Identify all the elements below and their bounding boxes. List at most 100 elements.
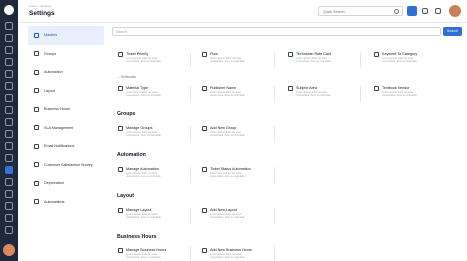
card-divider	[360, 52, 361, 68]
projects-icon[interactable]	[5, 154, 13, 162]
nav-item-groups[interactable]: Groups	[28, 45, 104, 64]
nav-item-label: SLA Management	[44, 125, 74, 130]
nav-item-label: Deprecation	[44, 181, 64, 186]
card-manage-automation[interactable]: Manage Automation Lorem ipsum dolor sit a…	[117, 166, 197, 184]
nav-item-automation[interactable]: Automation	[28, 63, 104, 82]
sla-icon	[34, 125, 39, 131]
theme-icon[interactable]	[5, 214, 13, 222]
card-desc: consectetur. Arcu eu vulputate	[126, 60, 161, 64]
card-divider	[190, 52, 191, 68]
automation-icon	[118, 167, 123, 172]
card-desc: consectetur. Arcu eu vulputate	[296, 60, 331, 64]
nav-item-label: Email Notifications	[44, 144, 75, 149]
publisher-icon	[202, 86, 207, 91]
card-flow[interactable]: Flow Lorem ipsum dolor sit amet consectetu…	[201, 51, 281, 69]
vendor-icon	[374, 86, 379, 91]
ticket-status-icon	[202, 167, 207, 172]
nav-item-masters[interactable]: Masters	[28, 26, 104, 45]
settings-search-input[interactable]: Search	[112, 27, 441, 36]
survey-icon	[34, 162, 39, 168]
card-technician-rate-card[interactable]: Technician Rate Card Lorem ipsum dolor si…	[287, 51, 367, 69]
app-rail	[0, 0, 18, 261]
section-title-business-hours: Business Hours	[117, 234, 157, 240]
knowledge-icon[interactable]	[5, 106, 13, 114]
groups-icon	[34, 51, 39, 57]
search-button[interactable]: Search	[443, 27, 462, 36]
profile-avatar[interactable]	[449, 5, 461, 17]
card-divider	[190, 167, 191, 183]
card-add-new-group[interactable]: Add New Group Lorem ipsum dolor sit amet c…	[201, 125, 281, 143]
groups-icon	[118, 126, 123, 131]
search-icon	[394, 9, 399, 14]
app-logo[interactable]	[4, 5, 14, 15]
breadcrumb[interactable]: Home > Settings	[29, 4, 51, 8]
dashboard-icon[interactable]	[5, 22, 13, 30]
nav-item-deprecation[interactable]: Deprecation	[28, 174, 104, 193]
automation-icon	[34, 69, 39, 75]
card-ticket-priority[interactable]: Ticket Priority Lorem ipsum dolor sit ame…	[117, 51, 197, 69]
card-publisher-name[interactable]: Publisher Name Lorem ipsum dolor sit amet…	[201, 85, 281, 103]
nav-item-layout[interactable]: Layout	[28, 82, 104, 101]
card-keyword-to-category[interactable]: Keyword To Category Lorem ipsum dolor sit…	[373, 51, 453, 69]
card-desc: consectetur. Arcu eu vulputate	[126, 134, 161, 138]
changes-icon[interactable]	[5, 58, 13, 66]
card-desc: consectetur. Arcu eu vulputate	[126, 256, 161, 260]
card-material-type[interactable]: Material Type Lorem ipsum dolor sit amet c…	[117, 85, 197, 103]
card-desc: consectetur. Arcu eu vulputate	[382, 94, 417, 98]
nav-item-email-notifications[interactable]: Email Notifications	[28, 137, 104, 156]
contracts-icon[interactable]	[5, 94, 13, 102]
nav-item-automations[interactable]: Automations	[28, 193, 104, 212]
nav-item-label: Business Hours	[44, 107, 70, 112]
subheading-label: Textbooks	[120, 75, 136, 79]
purchase-icon[interactable]	[5, 202, 13, 210]
nav-item-label: Groups	[44, 51, 57, 56]
card-divider	[274, 126, 275, 142]
problems-icon[interactable]	[5, 46, 13, 54]
card-add-new-business-hours[interactable]: Add New Business Hours Lorem ipsum dolor …	[201, 247, 281, 261]
nav-item-business-hours[interactable]: Business Hours	[28, 100, 104, 119]
user-avatar[interactable]	[3, 244, 15, 256]
automations-icon	[34, 199, 39, 205]
nav-item-label: Automations	[44, 199, 65, 204]
settings-icon[interactable]	[5, 166, 13, 174]
card-add-new-layout[interactable]: Add New Layout Lorem ipsum dolor sit amet…	[201, 207, 281, 225]
chat-button[interactable]	[420, 6, 430, 16]
nav-item-customer-satisfaction-survey[interactable]: Customer Satisfaction Survey	[28, 156, 104, 175]
add-icon	[202, 126, 207, 131]
releases-icon[interactable]	[5, 70, 13, 78]
bell-icon	[435, 8, 441, 14]
card-desc: consectetur. Arcu eu vulputate	[296, 94, 331, 98]
nav-item-sla-management[interactable]: SLA Management	[28, 119, 104, 138]
calendar-icon[interactable]	[5, 130, 13, 138]
assets-icon[interactable]	[5, 82, 13, 90]
card-manage-groups[interactable]: Manage Groups Lorem ipsum dolor sit amet c…	[117, 125, 197, 143]
card-divider	[190, 208, 191, 224]
reports-icon[interactable]	[5, 118, 13, 126]
quick-search-input[interactable]: Quick Search	[318, 6, 403, 16]
add-icon	[202, 208, 207, 213]
card-ticket-status-automation[interactable]: Ticket Status Automation Lorem ipsum dolo…	[201, 166, 281, 184]
inventory-icon[interactable]	[5, 190, 13, 198]
apps-icon[interactable]	[5, 226, 13, 234]
users-icon[interactable]	[5, 142, 13, 150]
section-title-groups: Groups	[117, 111, 136, 117]
layout-icon	[34, 88, 39, 94]
card-manage-business-hours[interactable]: Manage Business Hours Lorem ipsum dolor s…	[117, 247, 197, 261]
card-subject-area[interactable]: Subject Area Lorem ipsum dolor sit amet co…	[287, 85, 367, 103]
card-manage-layout[interactable]: Manage Layout Lorem ipsum dolor sit amet c…	[117, 207, 197, 225]
notifications-button[interactable]	[433, 6, 443, 16]
card-divider	[190, 245, 191, 261]
chat-icon[interactable]	[5, 178, 13, 186]
page-title: Settings	[29, 10, 55, 17]
card-desc: consectetur. Arcu eu vulputate	[210, 134, 245, 138]
flow-icon	[202, 52, 207, 57]
subject-icon	[288, 86, 293, 91]
material-icon	[118, 86, 123, 91]
settings-nav: Masters Groups Automation Layout Busines…	[28, 26, 104, 211]
grid-button[interactable]	[407, 6, 417, 16]
card-divider	[274, 208, 275, 224]
textbooks-subheading[interactable]: ⌄ Textbooks	[117, 75, 136, 79]
card-textbook-vendor[interactable]: Textbook Vendor Lorem ipsum dolor sit ame…	[373, 85, 453, 103]
rate-card-icon	[288, 52, 293, 57]
tickets-icon[interactable]	[5, 34, 13, 42]
